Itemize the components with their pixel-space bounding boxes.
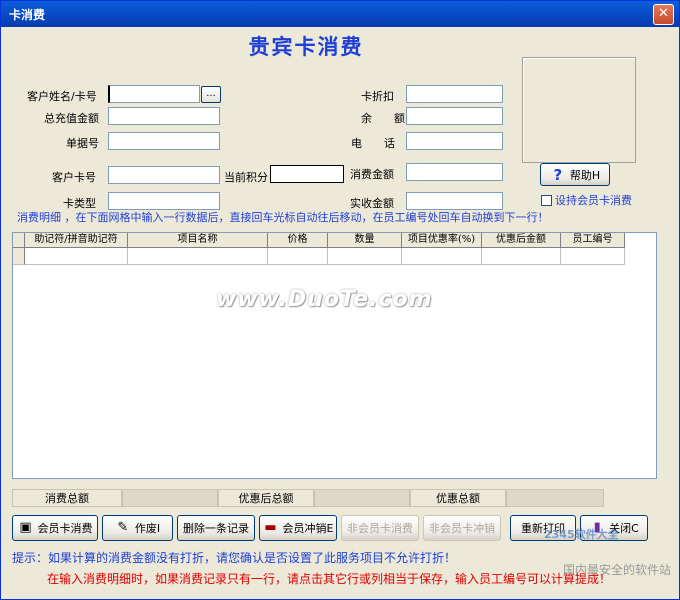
- cell-item-name[interactable]: [128, 248, 268, 265]
- member-reverse-button[interactable]: ▬ 会员冲销E: [259, 515, 337, 541]
- tip-line-2: 在输入消费明细时，如果消费记录只有一行，请点击其它行或列相当于保存，输入员工编号…: [47, 572, 612, 586]
- support-member-card-checkbox[interactable]: 设持会员卡消费: [541, 192, 632, 208]
- customer-card-label: 客户卡号: [52, 171, 96, 184]
- minus-icon: ▬: [264, 520, 277, 535]
- cell-mnemonic[interactable]: [25, 248, 128, 265]
- window-title: 卡消费: [9, 8, 46, 22]
- cell-price[interactable]: [268, 248, 328, 265]
- detail-section-hint: ，在下面网格中输入一行数据后，直接回车光标自动往后移动，在员工编号处回车自动换到…: [64, 211, 549, 224]
- balance-label: 余 额: [361, 112, 405, 125]
- total-discount-label: 优惠总额: [410, 489, 506, 507]
- close-window-button[interactable]: ✕: [653, 4, 674, 25]
- member-consume-label: 会员卡消费: [37, 522, 93, 535]
- nonmember-consume-label: 非会员卡消费: [347, 522, 413, 535]
- discount-label: 卡折扣: [361, 90, 394, 103]
- tip-line-1: 提示：如果计算的消费金额没有打折，请您确认是否设置了此服务项目不允许打折！: [12, 551, 457, 565]
- col-quantity[interactable]: 数量: [328, 233, 402, 248]
- browse-customer-button[interactable]: ...: [201, 86, 221, 103]
- col-item-name[interactable]: 项目名称: [128, 233, 268, 248]
- pen-icon: ✎: [117, 520, 129, 535]
- col-staff-no[interactable]: 员工编号: [561, 233, 625, 248]
- bill-no-input[interactable]: [108, 132, 220, 150]
- consume-amount-input[interactable]: [406, 163, 503, 181]
- support-member-card-label: 设持会员卡消费: [555, 194, 632, 207]
- phone-label: 电 话: [351, 137, 395, 150]
- bill-no-label: 单据号: [66, 137, 99, 150]
- balance-input[interactable]: [406, 107, 503, 125]
- help-button[interactable]: ? 帮助H: [540, 163, 610, 186]
- cell-quantity[interactable]: [328, 248, 402, 265]
- help-button-label: 帮助H: [569, 168, 601, 182]
- watermark-2345: 2345软件大全: [544, 528, 619, 541]
- delete-record-button[interactable]: 删除一条记录: [177, 515, 255, 541]
- question-icon: ?: [553, 165, 563, 184]
- total-recharge-input[interactable]: [108, 107, 220, 125]
- total-after-discount-value: [314, 489, 410, 507]
- detail-section-title: 消费明细: [17, 211, 61, 224]
- total-consume-value: [122, 489, 218, 507]
- consume-detail-grid[interactable]: 助记符/拼音助记符 项目名称 价格 数量 项目优惠率(%) 优惠后金额 员工编号: [12, 232, 657, 479]
- totals-bar: 消费总额 优惠后总额 优惠总额: [12, 489, 604, 507]
- nonmember-reverse-label: 非会员卡冲销: [429, 522, 495, 535]
- watermark-safe-site: 国内最安全的软件站: [563, 563, 672, 577]
- card-photo-box: [522, 57, 636, 163]
- points-input[interactable]: [270, 165, 344, 183]
- points-label: 当前积分: [224, 171, 268, 184]
- total-discount-value: [506, 489, 604, 507]
- total-consume-label: 消费总额: [12, 489, 122, 507]
- nonmember-reverse-button[interactable]: 非会员卡冲销: [423, 515, 501, 541]
- col-mnemonic[interactable]: 助记符/拼音助记符: [25, 233, 128, 248]
- customer-name-label: 客户姓名/卡号: [27, 90, 97, 103]
- page-title: 贵宾卡消费: [248, 34, 364, 59]
- checkbox-box[interactable]: [541, 194, 552, 206]
- cell-staff-no[interactable]: [561, 248, 625, 265]
- customer-card-input[interactable]: [108, 166, 220, 184]
- member-consume-button[interactable]: ▣ 会员卡消费: [12, 515, 98, 541]
- phone-input[interactable]: [406, 132, 503, 150]
- void-button[interactable]: ✎ 作废I: [102, 515, 173, 541]
- nonmember-consume-button[interactable]: 非会员卡消费: [341, 515, 419, 541]
- discount-input[interactable]: [406, 85, 503, 103]
- close-icon: ✕: [658, 6, 669, 21]
- row-indicator: [13, 248, 25, 265]
- grid-corner: [13, 233, 25, 248]
- table-row[interactable]: [13, 248, 625, 265]
- col-discount-rate[interactable]: 项目优惠率(%): [402, 233, 482, 248]
- consume-amount-label: 消费金额: [350, 168, 394, 181]
- cell-discounted-amount[interactable]: [482, 248, 561, 265]
- total-recharge-label: 总充值金额: [44, 112, 99, 125]
- title-bar: 卡消费 ✕: [1, 1, 679, 27]
- void-label: 作废I: [134, 522, 161, 535]
- cell-discount-rate[interactable]: [402, 248, 482, 265]
- delete-record-label: 删除一条记录: [183, 522, 249, 535]
- watermark-duote: www.DuoTe.com: [216, 287, 433, 312]
- member-reverse-label: 会员冲销E: [282, 522, 334, 535]
- customer-name-input[interactable]: [108, 85, 200, 103]
- card-type-input[interactable]: [108, 192, 220, 210]
- actual-amount-input[interactable]: [406, 192, 503, 210]
- detail-section-header: 消费明细 ，在下面网格中输入一行数据后，直接回车光标自动往后移动，在员工编号处回…: [17, 209, 627, 225]
- col-price[interactable]: 价格: [268, 233, 328, 248]
- card-consume-window: 卡消费 ✕ 贵宾卡消费 客户姓名/卡号 ... 总充值金额 单据号 客户卡号 当…: [0, 0, 680, 600]
- col-discounted-amount[interactable]: 优惠后金额: [482, 233, 561, 248]
- grid-header: 助记符/拼音助记符 项目名称 价格 数量 项目优惠率(%) 优惠后金额 员工编号: [13, 233, 625, 248]
- total-after-discount-label: 优惠后总额: [218, 489, 314, 507]
- save-disk-icon: ▣: [19, 520, 32, 535]
